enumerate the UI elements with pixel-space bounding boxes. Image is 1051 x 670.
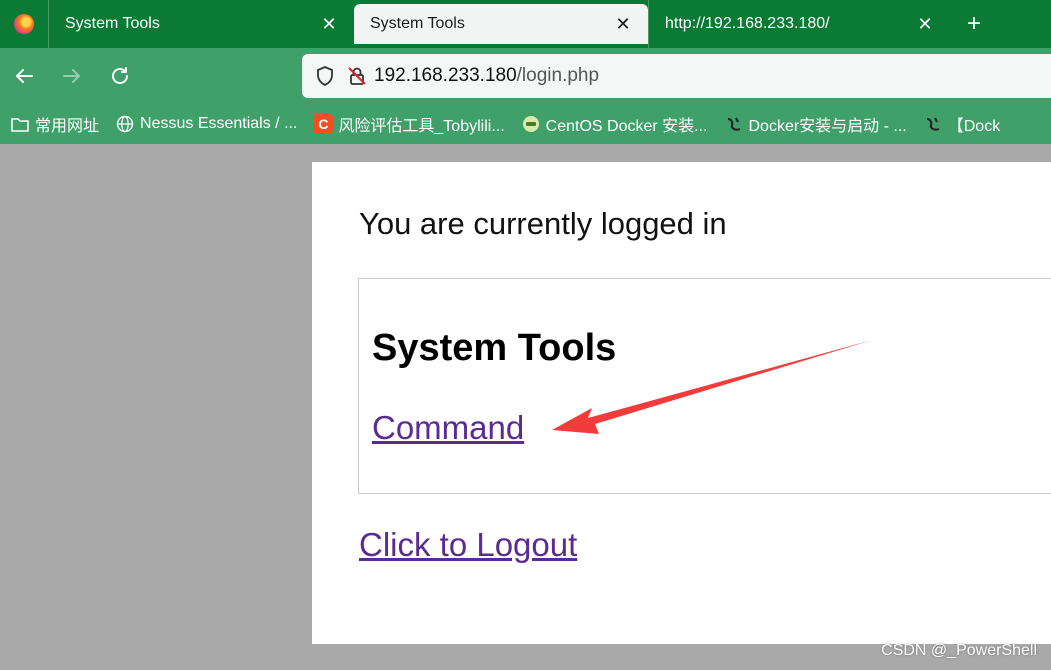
bookmarks-toolbar: 常用网址 Nessus Essentials / ... C 风险评估工具_To… — [0, 104, 1051, 144]
page-content: You are currently logged in System Tools… — [312, 162, 1051, 644]
close-icon[interactable]: ✕ — [916, 15, 934, 33]
system-tools-panel: System Tools Command — [358, 278, 1051, 494]
forward-arrow-icon[interactable] — [48, 52, 96, 100]
bookmark-risk-tool[interactable]: C 风险评估工具_Tobylili... — [313, 112, 505, 136]
browser-window: System Tools ✕ System Tools ✕ http://192… — [0, 0, 1051, 670]
bookmark-label: CentOS Docker 安装... — [545, 118, 708, 135]
bookmark-nessus[interactable]: Nessus Essentials / ... — [115, 114, 297, 134]
tab-system-tools-2-active[interactable]: System Tools ✕ — [354, 4, 648, 44]
section-title: System Tools — [372, 327, 617, 369]
folder-icon — [10, 114, 30, 134]
close-icon[interactable]: ✕ — [320, 15, 338, 33]
tab-title: http://192.168.233.180/ — [665, 15, 830, 32]
new-tab-button[interactable]: + — [950, 0, 998, 48]
url-host: 192.168.233.180 — [374, 65, 517, 86]
bookmark-label: Nessus Essentials / ... — [140, 115, 298, 132]
firefox-logo-icon[interactable] — [0, 0, 48, 48]
site-icon — [521, 114, 541, 134]
tab-title: System Tools — [370, 15, 465, 32]
logout-link[interactable]: Click to Logout — [359, 526, 577, 564]
navigation-toolbar: 192.168.233.180/login.php — [0, 48, 1051, 104]
url-path: /login.php — [516, 65, 600, 86]
tab-url[interactable]: http://192.168.233.180/ ✕ — [648, 0, 950, 48]
shield-icon[interactable] — [310, 61, 340, 91]
tab-system-tools-1[interactable]: System Tools ✕ — [48, 0, 354, 48]
tab-strip: System Tools ✕ System Tools ✕ http://192… — [0, 0, 1051, 48]
back-arrow-icon[interactable] — [0, 52, 48, 100]
bookmark-centos-docker[interactable]: CentOS Docker 安装... — [521, 112, 708, 136]
bookmark-label: 【Dock — [947, 118, 1001, 135]
reload-icon[interactable] — [96, 52, 144, 100]
bookmark-label: 风险评估工具_Tobylili... — [338, 118, 505, 135]
close-icon[interactable]: ✕ — [614, 15, 632, 33]
globe-icon — [115, 114, 135, 134]
bookmark-docker-more[interactable]: 【Dock — [923, 112, 1000, 136]
watermark: CSDN @_PowerShell — [881, 642, 1037, 659]
s-logo-icon — [724, 114, 744, 134]
url-bar[interactable]: 192.168.233.180/login.php — [302, 54, 1051, 98]
insecure-lock-icon[interactable] — [342, 61, 372, 91]
tab-title: System Tools — [65, 15, 160, 32]
bookmark-label: 常用网址 — [35, 118, 100, 135]
bookmark-docker-install[interactable]: Docker安装与启动 - ... — [724, 112, 907, 136]
s-logo-icon — [923, 114, 943, 134]
login-status-text: You are currently logged in — [359, 206, 727, 241]
c-logo-icon: C — [313, 114, 334, 134]
command-link[interactable]: Command — [372, 409, 524, 447]
bookmark-folder[interactable]: 常用网址 — [10, 112, 99, 136]
bookmark-label: Docker安装与启动 - ... — [748, 118, 907, 135]
